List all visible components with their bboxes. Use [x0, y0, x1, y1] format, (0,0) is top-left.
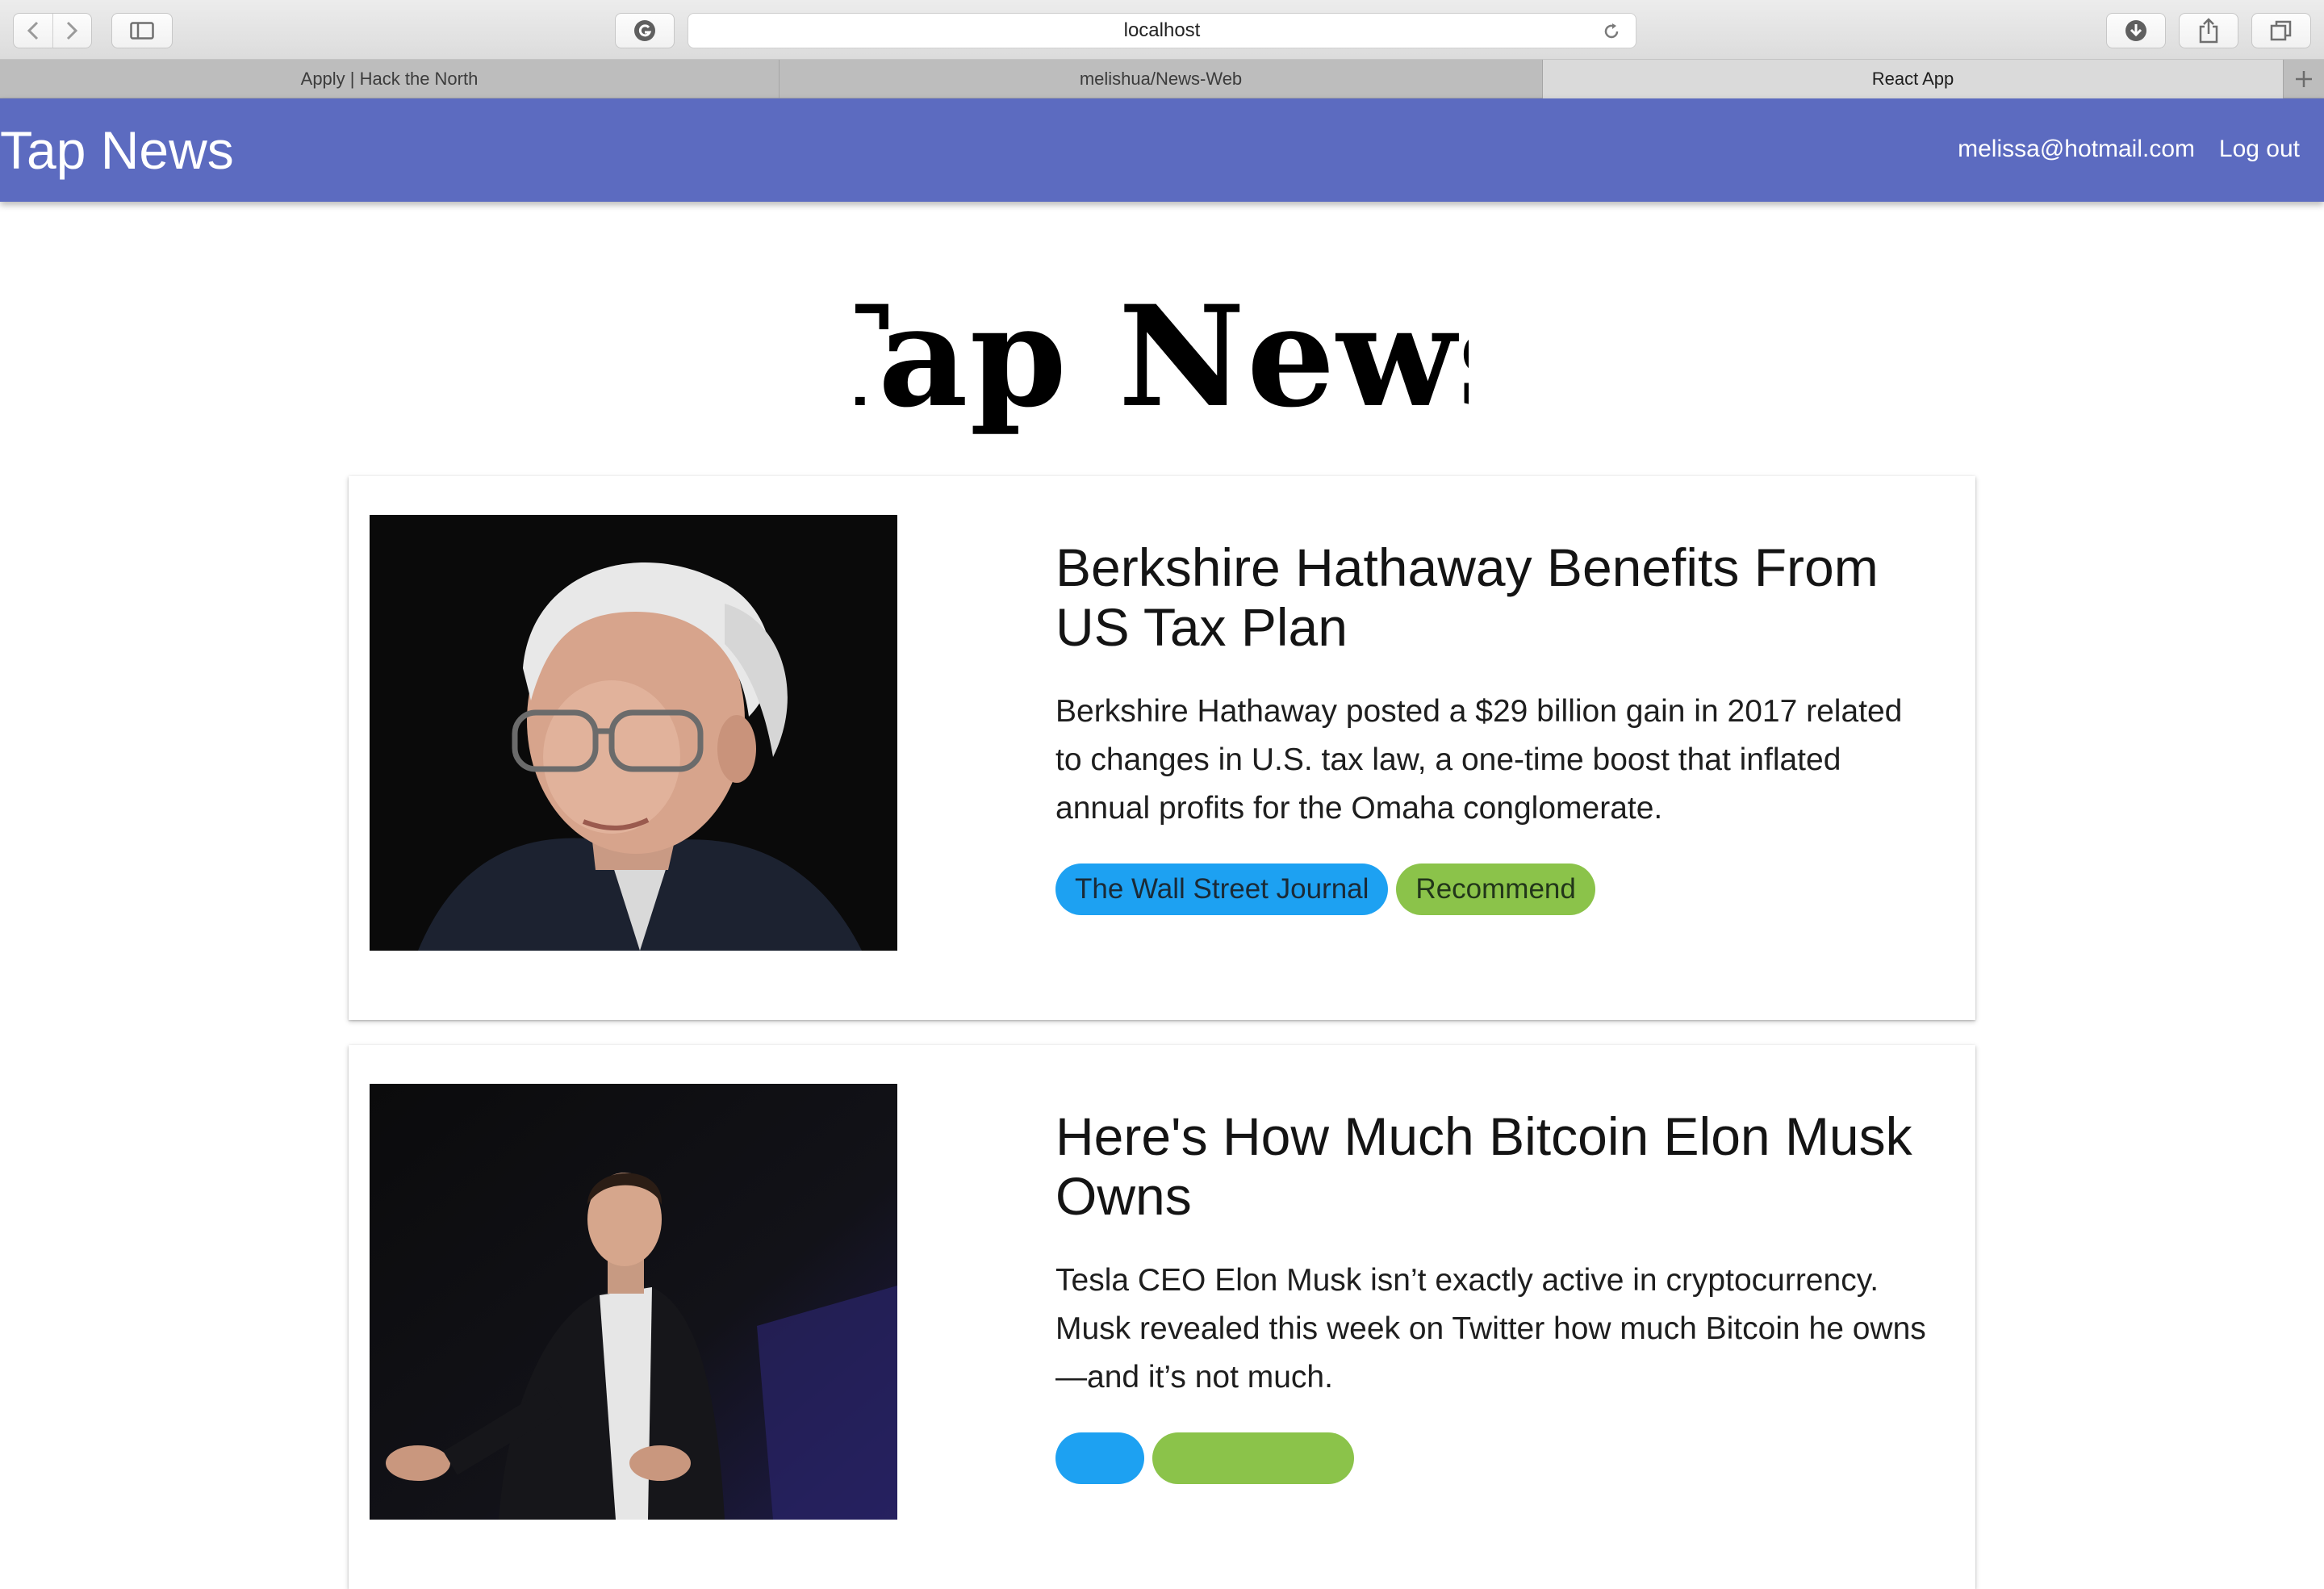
news-tags: [1055, 1432, 1927, 1484]
recommend-chip[interactable]: [1152, 1432, 1354, 1484]
source-chip[interactable]: The Wall Street Journal: [1055, 863, 1389, 915]
news-image[interactable]: [370, 515, 897, 951]
recommend-chip[interactable]: Recommend: [1396, 863, 1595, 915]
tab-react-app[interactable]: React App: [1543, 60, 2284, 98]
news-image[interactable]: [370, 1084, 897, 1520]
news-card[interactable]: Here's How Much Bitcoin Elon Musk Owns T…: [349, 1045, 1975, 1589]
forward-icon: [67, 21, 78, 40]
news-description: Berkshire Hathaway posted a $29 billion …: [1055, 694, 1903, 826]
reload-icon: [1604, 23, 1619, 39]
share-icon: [2199, 18, 2218, 44]
tab-hack-the-north[interactable]: Apply | Hack the North: [0, 60, 780, 98]
sidebar-icon: [130, 22, 154, 40]
news-tags: The Wall Street Journal Recommend: [1055, 863, 1927, 915]
news-card[interactable]: Berkshire Hathaway Benefits From US Tax …: [349, 476, 1975, 1020]
history-nav: [13, 13, 92, 48]
tap-news-logo: Tap News: [855, 284, 1469, 438]
share-button[interactable]: [2179, 13, 2238, 48]
back-button[interactable]: [14, 14, 52, 48]
downloads-button[interactable]: [2106, 13, 2166, 48]
new-tab-button[interactable]: [2284, 60, 2324, 98]
tab-news-web-repo[interactable]: melishua/News-Web: [780, 60, 1543, 98]
address-bar[interactable]: localhost: [688, 13, 1636, 48]
forward-button[interactable]: [52, 14, 91, 48]
sidebar-button[interactable]: [111, 13, 173, 48]
show-tabs-button[interactable]: [2251, 13, 2311, 48]
news-content: Here's How Much Bitcoin Elon Musk Owns T…: [1055, 1106, 1927, 1484]
download-icon: [2125, 20, 2146, 41]
reload-button[interactable]: [1600, 20, 1623, 43]
logo-text: Tap News: [855, 284, 1469, 438]
portrait-photo: [370, 515, 897, 951]
browser-toolbar: localhost: [0, 0, 2324, 60]
tabs-icon: [2270, 20, 2292, 41]
extension-button[interactable]: [615, 13, 675, 48]
tab-bar: Apply | Hack the North melishua/News-Web…: [0, 60, 2324, 98]
speaker-photo: [370, 1084, 897, 1520]
back-icon: [27, 21, 39, 40]
user-email-link[interactable]: melissa@hotmail.com: [1958, 136, 2195, 163]
url-text: localhost: [1123, 19, 1201, 41]
news-content: Berkshire Hathaway Benefits From US Tax …: [1055, 537, 1927, 915]
news-title[interactable]: Berkshire Hathaway Benefits From US Tax …: [1055, 537, 1927, 657]
plus-icon: [2296, 71, 2312, 87]
extension-icon: [634, 20, 655, 41]
news-title[interactable]: Here's How Much Bitcoin Elon Musk Owns: [1055, 1106, 1927, 1226]
source-chip[interactable]: [1055, 1432, 1144, 1484]
app-header: Tap News melissa@hotmail.com Log out: [0, 98, 2324, 202]
logout-link[interactable]: Log out: [2219, 136, 2300, 163]
news-description: Tesla CEO Elon Musk isn’t exactly active…: [1055, 1263, 1926, 1395]
brand-link[interactable]: Tap News: [0, 121, 234, 180]
